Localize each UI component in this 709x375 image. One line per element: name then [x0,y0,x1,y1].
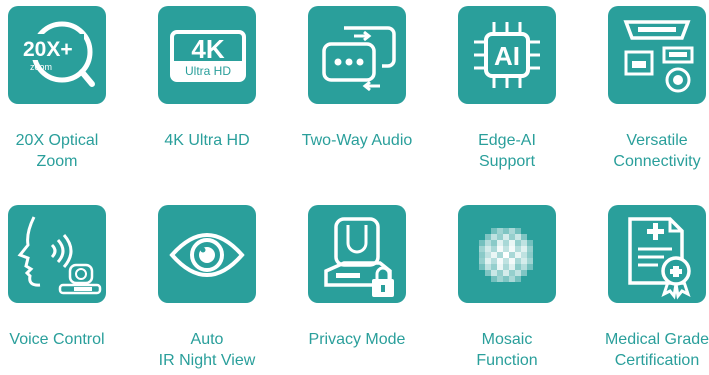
medical-certification-tile [608,205,706,303]
feature-privacy-mode: Privacy Mode [308,205,438,375]
feature-label: Privacy Mode [308,331,406,348]
eye-icon [169,233,245,277]
feature-label: Edge-AI Support [478,132,536,170]
feature-voice-control: Voice Control [8,205,138,375]
feature-label: Mosaic Function [476,331,538,369]
ir-night-view-tile [158,205,256,303]
svg-text:4K: 4K [191,34,224,64]
feature-medical-certification: Medical Grade Certification [605,205,709,375]
feature-two-way-audio: Two-Way Audio [302,6,438,176]
feature-mosaic: Mosaic Function [458,205,588,375]
4k-icon: 4K Ultra HD [170,30,246,82]
connectivity-tile [608,6,706,104]
feature-label: Medical Grade Certification [604,331,709,369]
voice-control-icon [17,216,102,295]
two-way-audio-tile [308,6,406,104]
mosaic-icon [479,228,533,282]
zoom-icon: 20X+ zoom [22,21,95,87]
svg-text:20X+: 20X+ [23,38,73,61]
mosaic-tile [458,205,556,303]
ports-icon [623,20,694,93]
certificate-icon [628,217,691,300]
feature-4k: 4K Ultra HD 4K Ultra HD [158,6,288,176]
voice-control-tile [8,205,106,303]
feature-label: Two-Way Audio [301,132,413,149]
feature-connectivity: Versatile Connectivity [608,6,709,176]
feature-label: 20X Optical Zoom [15,132,99,170]
edge-ai-tile: AI [458,6,556,104]
feature-zoom: 20X+ zoom 20X Optical Zoom [8,6,138,176]
privacy-camera-icon [324,217,394,297]
privacy-mode-tile [308,205,406,303]
feature-label: Voice Control [9,331,105,348]
ai-chip-icon: AI [474,22,540,88]
4k-tile: 4K Ultra HD [158,6,256,104]
svg-text:zoom: zoom [30,62,52,72]
two-way-audio-icon [322,26,396,92]
feature-ir-night-view: Auto IR Night View [158,205,288,375]
svg-text:Ultra HD: Ultra HD [185,64,231,78]
feature-label: 4K Ultra HD [164,132,250,149]
feature-label: Auto IR Night View [158,331,256,369]
svg-text:AI: AI [494,41,520,71]
feature-edge-ai: AI Edge-AI Support [458,6,588,176]
zoom-tile: 20X+ zoom [8,6,106,104]
feature-label: Versatile Connectivity [613,132,701,170]
